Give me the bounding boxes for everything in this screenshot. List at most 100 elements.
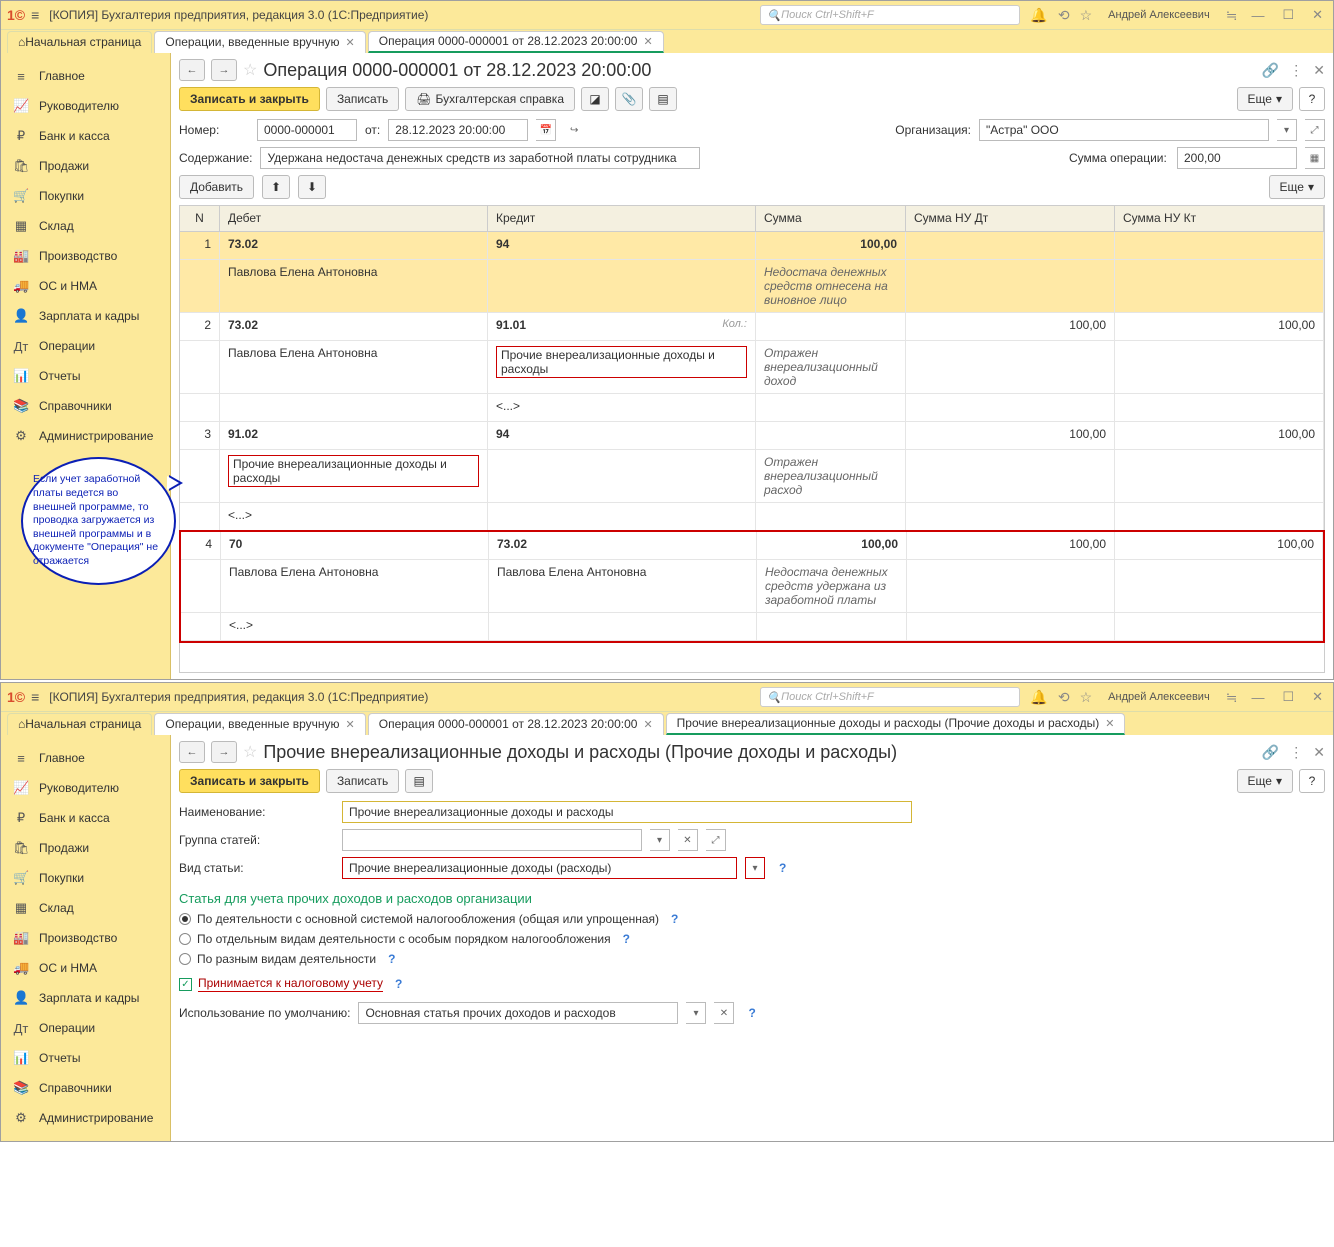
radio-main-tax[interactable]: По деятельности с основной системой нало… [179,912,1325,926]
open-icon[interactable]: ⤢ [706,829,726,851]
table-row[interactable]: <...> [180,503,1324,531]
icon-button-1[interactable]: ◪ [581,87,609,111]
sidebar-item-main[interactable]: ≡Главное [1,61,170,91]
close-button[interactable]: ✕ [1308,689,1327,705]
sidebar-item-salary[interactable]: 👤Зарплата и кадры [1,983,170,1013]
star-icon[interactable]: ☆ [1080,689,1093,706]
tab-close-icon[interactable]: ✕ [346,718,355,731]
sidebar-item-warehouse[interactable]: ▦Склад [1,211,170,241]
sidebar-item-purchases[interactable]: 🛒Покупки [1,863,170,893]
tab-home[interactable]: ⌂ Начальная страница [7,31,152,53]
table-row[interactable]: Павлова Елена Антоновна Недостача денежн… [180,260,1324,313]
back-button[interactable]: ← [179,741,205,763]
tab-close-icon[interactable]: ✕ [346,36,355,49]
sidebar-item-warehouse[interactable]: ▦Склад [1,893,170,923]
star-icon[interactable]: ☆ [1080,7,1093,24]
link-icon[interactable]: 🔗 [1262,62,1279,79]
sidebar-item-manager[interactable]: 📈Руководителю [1,773,170,803]
table-row[interactable]: <...> [181,613,1323,641]
tab-operations[interactable]: Операции, введенные вручную✕ [154,31,365,53]
bell-icon[interactable]: 🔔 [1030,7,1047,24]
table-row[interactable]: 2 73.02 91.01Кол.: 100,00 100,00 [180,313,1324,341]
sidebar-item-purchases[interactable]: 🛒Покупки [1,181,170,211]
org-input[interactable]: "Астра" ООО [979,119,1269,141]
forward-button[interactable]: → [211,59,237,81]
sidebar-item-sales[interactable]: 🛍Продажи [1,151,170,181]
write-button[interactable]: Записать [326,769,399,793]
checkbox-tax-accounting[interactable]: ✓ Принимается к налоговому учету? [179,976,1325,992]
back-button[interactable]: ← [179,59,205,81]
table-more-button[interactable]: Еще ▾ [1269,175,1325,199]
help-icon[interactable]: ? [623,932,630,946]
radio-special-tax[interactable]: По отдельным видам деятельности с особым… [179,932,1325,946]
help-button[interactable]: ? [1299,87,1325,111]
sidebar-item-assets[interactable]: 🚚ОС и НМА [1,953,170,983]
attach-button[interactable]: 📎 [615,87,643,111]
radio-various[interactable]: По разным видам деятельности? [179,952,1325,966]
tab-operation-active[interactable]: Операция 0000-000001 от 28.12.2023 20:00… [368,31,664,53]
date-input[interactable]: 28.12.2023 20:00:00 [388,119,528,141]
filter-icon[interactable]: ≒ [1226,7,1238,24]
table-row[interactable]: Прочие внереализационные доходы и расход… [180,450,1324,503]
menu-icon[interactable]: ≡ [31,689,39,705]
dropdown-icon[interactable]: ▾ [650,829,670,851]
sidebar-item-reports[interactable]: 📊Отчеты [1,361,170,391]
search-input[interactable]: 🔍 Поиск Ctrl+Shift+F [760,5,1020,25]
help-icon[interactable]: ? [671,912,678,926]
dropdown-icon[interactable]: ▾ [745,857,765,879]
help-icon[interactable]: ? [748,1006,755,1020]
move-up-button[interactable]: ⬆ [262,175,290,199]
close-button[interactable]: ✕ [1308,7,1327,23]
tab-close-icon[interactable]: ✕ [1105,717,1114,730]
sidebar-item-operations[interactable]: ДтОперации [1,1013,170,1043]
bell-icon[interactable]: 🔔 [1030,689,1047,706]
minimize-button[interactable]: — [1247,8,1268,23]
default-use-input[interactable]: Основная статья прочих доходов и расходо… [358,1002,678,1024]
name-input[interactable]: Прочие внереализационные доходы и расход… [342,801,912,823]
save-close-button[interactable]: Записать и закрыть [179,769,320,793]
help-icon[interactable]: ? [395,977,402,991]
table-row[interactable]: 3 91.02 94 100,00 100,00 [180,422,1324,450]
forward-button[interactable]: → [211,741,237,763]
more-button[interactable]: Еще ▾ [1237,87,1293,111]
sidebar-item-admin[interactable]: ⚙Администрирование [1,421,170,451]
link-icon[interactable]: 🔗 [1262,744,1279,761]
tab-income-expense[interactable]: Прочие внереализационные доходы и расход… [666,713,1126,735]
group-input[interactable] [342,829,642,851]
sidebar-item-admin[interactable]: ⚙Администрирование [1,1103,170,1133]
filter-icon[interactable]: ≒ [1226,689,1238,706]
clear-icon[interactable]: ✕ [678,829,698,851]
favorite-icon[interactable]: ☆ [243,60,257,80]
list-button[interactable]: ▤ [649,87,677,111]
tab-close-icon[interactable]: ✕ [643,35,652,48]
history-icon[interactable]: ⟲ [1058,689,1070,706]
minimize-button[interactable]: — [1247,690,1268,705]
print-button[interactable]: 🖨Бухгалтерская справка [405,87,575,111]
menu-icon[interactable]: ≡ [31,7,39,23]
close-pane-icon[interactable]: ✕ [1313,62,1325,79]
kebab-icon[interactable]: ⋮ [1289,744,1303,761]
type-input[interactable]: Прочие внереализационные доходы (расходы… [342,857,737,879]
table-row[interactable]: Павлова Елена Антоновна Прочие внереализ… [180,341,1324,394]
sidebar-item-main[interactable]: ≡Главное [1,743,170,773]
maximize-button[interactable]: ☐ [1278,689,1298,705]
sidebar-item-production[interactable]: 🏭Производство [1,241,170,271]
open-icon[interactable]: ⤢ [1305,119,1325,141]
dropdown-icon[interactable]: ▾ [1277,119,1297,141]
history-icon[interactable]: ⟲ [1058,7,1070,24]
favorite-icon[interactable]: ☆ [243,742,257,762]
sidebar-item-operations[interactable]: ДтОперации [1,331,170,361]
more-button[interactable]: Еще ▾ [1237,769,1293,793]
sidebar-item-sales[interactable]: 🛍Продажи [1,833,170,863]
sidebar-item-bank[interactable]: ₽Банк и касса [1,803,170,833]
add-button[interactable]: Добавить [179,175,254,199]
tab-operations[interactable]: Операции, введенные вручную✕ [154,713,365,735]
write-button[interactable]: Записать [326,87,399,111]
table-row[interactable]: 4 70 73.02 100,00 100,00 100,00 [181,532,1323,560]
sidebar-item-catalogs[interactable]: 📚Справочники [1,1073,170,1103]
kebab-icon[interactable]: ⋮ [1289,62,1303,79]
help-icon[interactable]: ? [388,952,395,966]
tab-operation[interactable]: Операция 0000-000001 от 28.12.2023 20:00… [368,713,664,735]
sum-input[interactable]: 200,00 [1177,147,1297,169]
sidebar-item-production[interactable]: 🏭Производство [1,923,170,953]
